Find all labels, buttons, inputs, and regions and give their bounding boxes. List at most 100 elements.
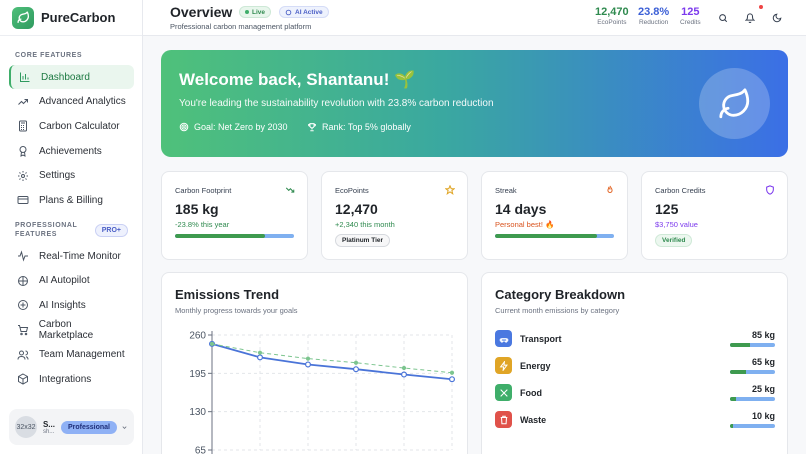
live-badge-label: Live — [252, 8, 266, 16]
bar-chart-icon — [18, 70, 32, 84]
welcome-subtitle: You're leading the sustainability revolu… — [179, 98, 494, 109]
data-point — [401, 371, 408, 378]
stat-value: 185 kg — [175, 201, 219, 217]
stat-card-carbon-credits[interactable]: Carbon Credits 125 $3,750 value Verified — [641, 171, 788, 260]
category-name: Food — [520, 388, 542, 398]
sidebar-item-label: Advanced Analytics — [39, 96, 126, 108]
welcome-banner: Welcome back, Shantanu! 🌱 You're leading… — [161, 50, 788, 157]
stat-change: +2,340 this month — [335, 220, 395, 229]
live-badge: Live — [239, 6, 272, 18]
gear-icon — [16, 169, 30, 183]
search-icon[interactable] — [716, 11, 730, 25]
sidebar-item-settings[interactable]: Settings — [9, 164, 134, 188]
car-icon — [495, 330, 512, 347]
trending-down-icon — [285, 185, 295, 195]
hero-leaf-icon — [699, 68, 770, 139]
category-bar-fill — [730, 397, 737, 401]
sidebar-item-advanced-analytics[interactable]: Advanced Analytics — [9, 90, 134, 114]
ai-active-label: AI Active — [295, 8, 323, 16]
stat-value: 12,470 — [335, 201, 378, 217]
emissions-line-chart: 260 195 130 65 — [189, 331, 456, 454]
stat-card-carbon-footprint[interactable]: Carbon Footprint 185 kg -23.8% this year — [161, 171, 308, 260]
top-header: Overview Live AI Active Professional car… — [143, 0, 806, 36]
award-icon — [16, 144, 30, 158]
brand-name: PureCarbon — [41, 10, 116, 25]
category-breakdown-card: Category Breakdown Current month emissio… — [481, 272, 788, 454]
sidebar-item-plans-billing[interactable]: Plans & Billing — [9, 188, 134, 212]
users-icon — [16, 348, 30, 362]
category-row-waste[interactable]: Waste 10 kg — [495, 411, 775, 433]
trophy-icon — [307, 122, 317, 132]
progress-fill — [175, 234, 266, 238]
stat-card-ecopoints[interactable]: EcoPoints 12,470 +2,340 this month Plati… — [321, 171, 468, 260]
user-info: S... sh... — [43, 420, 55, 435]
sidebar-item-achievements[interactable]: Achievements — [9, 139, 134, 163]
stat-change: $3,750 value — [655, 220, 698, 229]
pro-features-header: PROFESSIONAL FEATURES PRO+ — [0, 221, 143, 239]
sidebar-item-carbon-marketplace[interactable]: Carbon Marketplace — [9, 318, 134, 342]
trending-up-icon — [16, 95, 30, 109]
core-nav: Dashboard Advanced Analytics Carbon Calc… — [0, 65, 143, 213]
header-stat-value: 12,470 — [595, 6, 629, 18]
y-axis-tick-label: 260 — [189, 331, 206, 342]
header-stat-credits: 125 Credits — [680, 6, 701, 26]
shield-icon — [765, 185, 775, 195]
sidebar-item-label: Settings — [39, 170, 76, 182]
category-row-transport[interactable]: Transport 85 kg — [495, 330, 775, 352]
moon-icon[interactable] — [770, 11, 784, 25]
calculator-icon — [16, 119, 30, 133]
pro-nav: Real-Time Monitor AI Autopilot AI Insigh… — [0, 244, 143, 392]
sidebar-item-label: Carbon Calculator — [39, 120, 120, 132]
data-point — [257, 350, 263, 355]
leaf-logo-icon — [12, 6, 34, 29]
ai-chip-icon — [285, 9, 292, 16]
user-card[interactable]: 32x32 S... sh... Professional — [9, 409, 134, 445]
chevron-down-icon[interactable] — [121, 424, 128, 431]
data-point — [449, 376, 456, 383]
data-point — [209, 341, 215, 346]
sidebar-item-team-management[interactable]: Team Management — [9, 343, 134, 367]
live-dot-icon — [245, 10, 249, 14]
data-point — [353, 366, 360, 373]
notification-dot — [759, 5, 763, 9]
series-line-1 — [211, 343, 453, 374]
sidebar-item-dashboard[interactable]: Dashboard — [9, 65, 134, 89]
category-value: 85 kg — [751, 330, 775, 340]
sidebar-item-real-time-monitor[interactable]: Real-Time Monitor — [9, 244, 134, 268]
verified-badge: Verified — [655, 234, 693, 247]
stat-value: 125 — [655, 201, 679, 217]
sparkle-icon — [16, 298, 30, 312]
sidebar-item-label: Plans & Billing — [39, 194, 103, 206]
stat-label: EcoPoints — [335, 186, 369, 195]
sidebar-item-label: AI Insights — [39, 299, 86, 311]
category-row-energy[interactable]: Energy 65 kg — [495, 357, 775, 379]
footprint-progress-bar — [175, 234, 294, 238]
sidebar-item-ai-autopilot[interactable]: AI Autopilot — [9, 269, 134, 293]
bell-icon[interactable] — [743, 11, 757, 25]
category-bar-fill — [730, 343, 751, 347]
category-bar-fill — [730, 370, 746, 374]
data-point — [353, 360, 359, 365]
page-subtitle: Professional carbon management platform — [170, 22, 312, 31]
emissions-trend-title: Emissions Trend — [175, 287, 280, 302]
sidebar-item-ai-insights[interactable]: AI Insights — [9, 293, 134, 317]
tier-badge: Platinum Tier — [335, 234, 391, 247]
header-stat-reduction: 23.8% Reduction — [638, 6, 669, 26]
stat-card-streak[interactable]: Streak 14 days Personal best! 🔥 — [481, 171, 628, 260]
goal-info: Goal: Net Zero by 2030 — [179, 122, 288, 132]
sidebar-item-label: Integrations — [39, 373, 92, 385]
sidebar-item-carbon-calculator[interactable]: Carbon Calculator — [9, 114, 134, 138]
category-name: Transport — [520, 334, 562, 344]
emissions-trend-card: Emissions Trend Monthly progress towards… — [161, 272, 468, 454]
plan-badge: Professional — [60, 420, 117, 434]
brand[interactable]: PureCarbon — [0, 0, 142, 36]
goal-text: Goal: Net Zero by 2030 — [194, 122, 288, 132]
stat-change: Personal best! 🔥 — [495, 220, 555, 229]
ai-active-badge: AI Active — [279, 6, 329, 18]
streak-progress-bar — [495, 234, 614, 238]
sidebar-item-integrations[interactable]: Integrations — [9, 367, 134, 391]
category-bar — [730, 370, 775, 374]
data-point — [305, 356, 311, 361]
category-row-food[interactable]: Food 25 kg — [495, 384, 775, 406]
sidebar-item-label: Real-Time Monitor — [39, 250, 121, 262]
